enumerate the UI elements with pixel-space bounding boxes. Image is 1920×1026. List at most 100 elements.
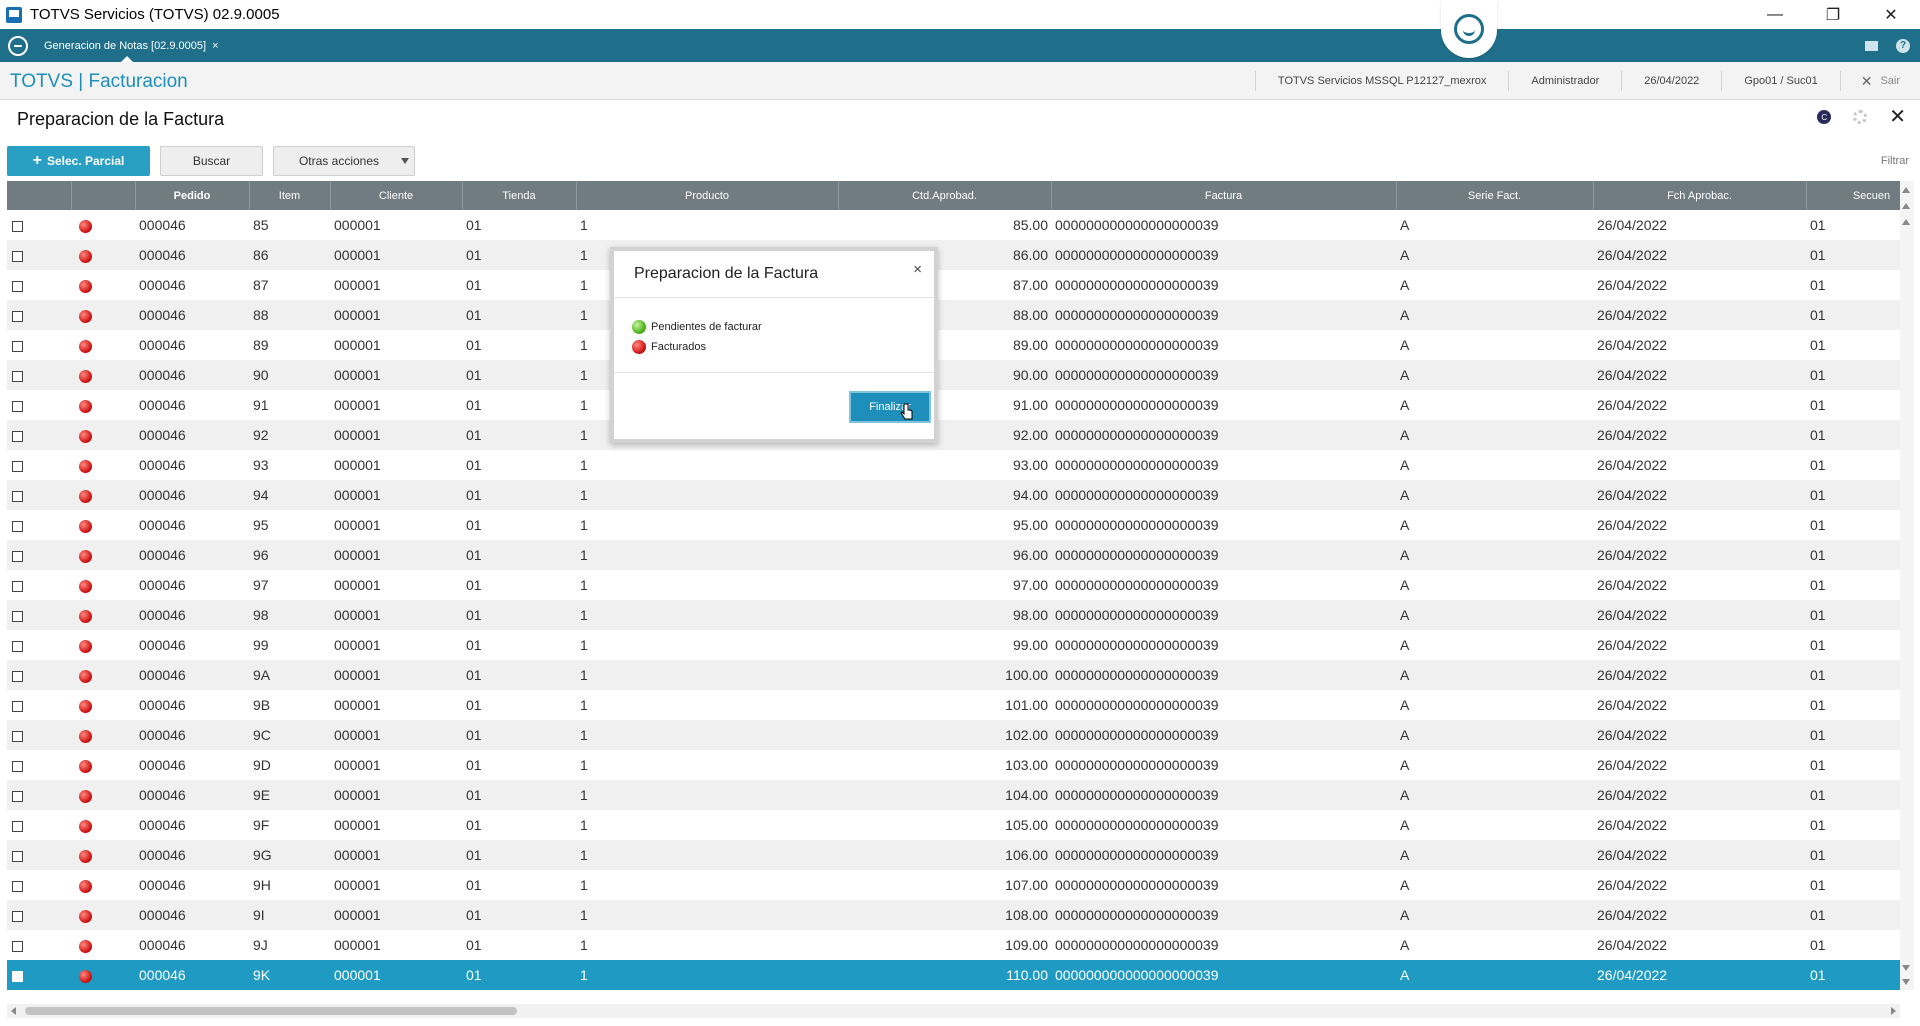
row-checkbox[interactable] (12, 340, 23, 352)
minimize-button[interactable]: — (1746, 0, 1804, 29)
horizontal-scroll-thumb[interactable] (25, 1007, 517, 1015)
row-checkbox[interactable] (12, 790, 23, 802)
table-row[interactable]: 000046 9D 000001 01 1 103.00 00000000000000000… (7, 750, 1900, 780)
scroll-up-icon[interactable] (1902, 219, 1910, 225)
row-checkbox[interactable] (12, 580, 23, 592)
row-checkbox[interactable] (12, 280, 23, 292)
table-row[interactable]: 000046 95 000001 01 1 95.00 000000000000000000… (7, 510, 1900, 540)
help-icon[interactable]: ? (1896, 38, 1910, 53)
column-header[interactable]: Ctd.Aprobad. (838, 181, 1052, 210)
row-checkbox[interactable] (12, 880, 23, 892)
table-row[interactable]: 000046 9I 000001 01 1 108.00 00000000000000000… (7, 900, 1900, 930)
table-row[interactable]: 000046 9G 000001 01 1 106.00 00000000000000000… (7, 840, 1900, 870)
scroll-right-icon[interactable] (1891, 1007, 1896, 1015)
table-row[interactable]: 000046 89 000001 01 1 89.00 000000000000000000… (7, 330, 1900, 360)
table-row[interactable]: 000046 9E 000001 01 1 104.00 00000000000000000… (7, 780, 1900, 810)
cell-ctd: 95.00 (1012, 517, 1048, 533)
table-row[interactable]: 000046 9H 000001 01 1 107.00 00000000000000000… (7, 870, 1900, 900)
cell-pedido: 000046 (139, 637, 186, 653)
table-row[interactable]: 000046 86 000001 01 1 86.00 000000000000000000… (7, 240, 1900, 270)
row-checkbox[interactable] (12, 520, 23, 532)
row-checkbox[interactable] (12, 910, 23, 922)
row-checkbox[interactable] (12, 640, 23, 652)
buscar-button[interactable]: Buscar (160, 146, 263, 176)
scroll-left-icon[interactable] (11, 1007, 16, 1015)
column-header[interactable]: Serie Fact. (1396, 181, 1594, 210)
maximize-button[interactable]: ❐ (1804, 0, 1862, 29)
column-header[interactable]: Item (249, 181, 331, 210)
row-checkbox[interactable] (12, 490, 23, 502)
row-checkbox[interactable] (12, 610, 23, 622)
cell-cliente: 000001 (334, 577, 381, 593)
column-header[interactable]: Producto (576, 181, 839, 210)
row-checkbox[interactable] (12, 970, 23, 982)
column-header[interactable]: Pedido (135, 181, 250, 210)
row-checkbox[interactable] (12, 850, 23, 862)
table-row[interactable]: 000046 99 000001 01 1 99.00 000000000000000000… (7, 630, 1900, 660)
column-header[interactable]: Secuen (1806, 181, 1900, 210)
filtrar-link[interactable]: Filtrar (1881, 155, 1909, 167)
row-checkbox[interactable] (12, 670, 23, 682)
mail-icon[interactable] (1865, 40, 1878, 51)
row-checkbox[interactable] (12, 460, 23, 472)
column-header[interactable]: Tienda (462, 181, 577, 210)
cell-factura: 000000000000000000039 (1055, 517, 1219, 533)
table-row[interactable]: 000046 9J 000001 01 1 109.00 00000000000000000… (7, 930, 1900, 960)
finalizar-button[interactable]: Finalizar (849, 391, 931, 423)
row-select-cell (7, 480, 71, 510)
table-row[interactable]: 000046 9K 000001 01 1 110.00 00000000000000000… (7, 960, 1900, 990)
column-header[interactable]: Cliente (330, 181, 463, 210)
row-checkbox[interactable] (12, 760, 23, 772)
gear-icon[interactable] (1853, 110, 1868, 124)
dialog-title: Preparacion de la Factura (634, 265, 819, 282)
table-row[interactable]: 000046 9F 000001 01 1 105.00 00000000000000000… (7, 810, 1900, 840)
vertical-scrollbar[interactable] (1900, 181, 1914, 990)
column-header[interactable] (71, 181, 136, 210)
row-checkbox[interactable] (12, 550, 23, 562)
scroll-bottom-icon[interactable] (1902, 979, 1910, 985)
scroll-down-icon[interactable] (1902, 965, 1910, 971)
close-window-button[interactable]: ✕ (1862, 0, 1920, 29)
row-checkbox[interactable] (12, 430, 23, 442)
row-checkbox[interactable] (12, 250, 23, 262)
row-checkbox[interactable] (12, 940, 23, 952)
table-row[interactable]: 000046 85 000001 01 1 85.00 000000000000000000… (7, 210, 1900, 240)
totvs-logo-icon[interactable] (8, 36, 28, 56)
tab-close-icon[interactable]: × (212, 40, 218, 52)
table-row[interactable]: 000046 9B 000001 01 1 101.00 00000000000000000… (7, 690, 1900, 720)
column-header[interactable] (7, 181, 72, 210)
table-row[interactable]: 000046 9A 000001 01 1 100.00 00000000000000000… (7, 660, 1900, 690)
table-row[interactable]: 000046 93 000001 01 1 93.00 000000000000000000… (7, 450, 1900, 480)
horizontal-scrollbar[interactable] (7, 1004, 1900, 1018)
row-checkbox[interactable] (12, 220, 23, 232)
table-row[interactable]: 000046 92 000001 01 1 92.00 000000000000000000… (7, 420, 1900, 450)
row-checkbox[interactable] (12, 820, 23, 832)
exit-button[interactable]: ✕ Sair (1839, 71, 1920, 91)
column-header[interactable]: Factura (1051, 181, 1397, 210)
table-row[interactable]: 000046 9C 000001 01 1 102.00 00000000000000000… (7, 720, 1900, 750)
date-label: 26/04/2022 (1621, 71, 1721, 91)
row-checkbox[interactable] (12, 400, 23, 412)
scroll-top-icon[interactable] (1902, 187, 1910, 193)
table-row[interactable]: 000046 97 000001 01 1 97.00 000000000000000000… (7, 570, 1900, 600)
c-icon[interactable]: C (1817, 110, 1832, 124)
table-row[interactable]: 000046 87 000001 01 1 87.00 000000000000000000… (7, 270, 1900, 300)
table-row[interactable]: 000046 94 000001 01 1 94.00 000000000000000000… (7, 480, 1900, 510)
dialog-close-icon[interactable]: × (913, 261, 922, 278)
row-checkbox[interactable] (12, 700, 23, 712)
table-row[interactable]: 000046 90 000001 01 1 90.00 000000000000000000… (7, 360, 1900, 390)
table-row[interactable]: 000046 91 000001 01 1 91.00 000000000000000000… (7, 390, 1900, 420)
otras-acciones-dropdown[interactable]: Otras acciones (273, 146, 415, 176)
row-checkbox[interactable] (12, 370, 23, 382)
close-page-icon[interactable]: ✕ (1889, 107, 1906, 127)
table-row[interactable]: 000046 98 000001 01 1 98.00 000000000000000000… (7, 600, 1900, 630)
row-checkbox[interactable] (12, 310, 23, 322)
row-checkbox[interactable] (12, 730, 23, 742)
column-header[interactable]: Fch Aprobac. (1593, 181, 1807, 210)
scroll-page-up-icon[interactable] (1902, 203, 1910, 209)
chat-assistant-button[interactable] (1441, 0, 1497, 58)
table-row[interactable]: 000046 96 000001 01 1 96.00 000000000000000000… (7, 540, 1900, 570)
selec-parcial-button[interactable]: + Selec. Parcial (7, 146, 150, 176)
cell-factura: 000000000000000000039 (1051, 780, 1396, 810)
table-row[interactable]: 000046 88 000001 01 1 88.00 000000000000000000… (7, 300, 1900, 330)
